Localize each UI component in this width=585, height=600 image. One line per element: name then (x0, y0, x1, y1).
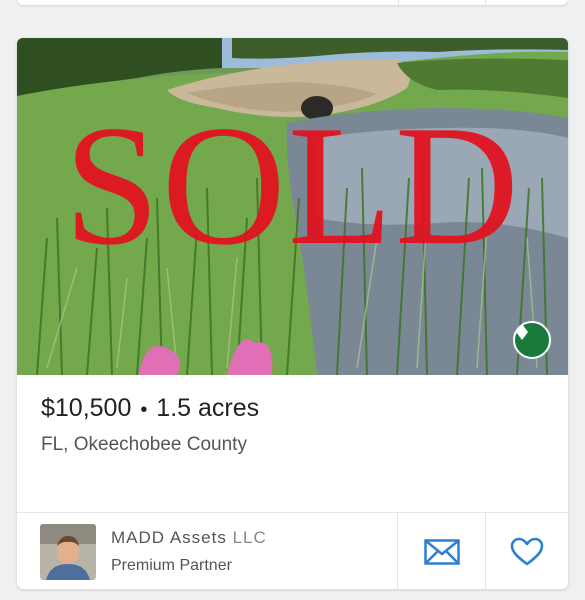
envelope-icon (423, 538, 460, 565)
heart-icon (510, 537, 544, 565)
sold-overlay: SOLD (63, 91, 522, 281)
favorite-button[interactable] (486, 513, 568, 589)
listing-photo[interactable]: SOLD (17, 38, 568, 375)
agent-role: Premium Partner (111, 556, 232, 574)
agent-info[interactable]: MADD Assets LLC Premium Partner (17, 513, 398, 589)
acreage: 1.5 acres (156, 394, 260, 422)
separator: • (140, 399, 148, 421)
price: $10,500 (41, 394, 132, 422)
contact-button[interactable] (398, 513, 486, 589)
listing-footer: MADD Assets LLC Premium Partner (17, 512, 568, 589)
divider (485, 0, 486, 5)
price-acreage: $10,500 • 1.5 acres (41, 391, 544, 425)
listing-card[interactable]: SOLD $10,500 • 1.5 acres FL, Okeechobee … (17, 38, 568, 589)
agent-name: MADD Assets LLC (111, 526, 267, 550)
avatar (40, 523, 96, 580)
agent-name-suffix: LLC (232, 527, 267, 547)
agent-name-text: MADD Assets (111, 527, 227, 547)
previous-listing-card[interactable] (17, 0, 568, 5)
location: FL, Okeechobee County (41, 434, 247, 455)
divider (398, 0, 399, 5)
diamond-icon (516, 324, 528, 340)
diamond-badge (513, 321, 551, 359)
